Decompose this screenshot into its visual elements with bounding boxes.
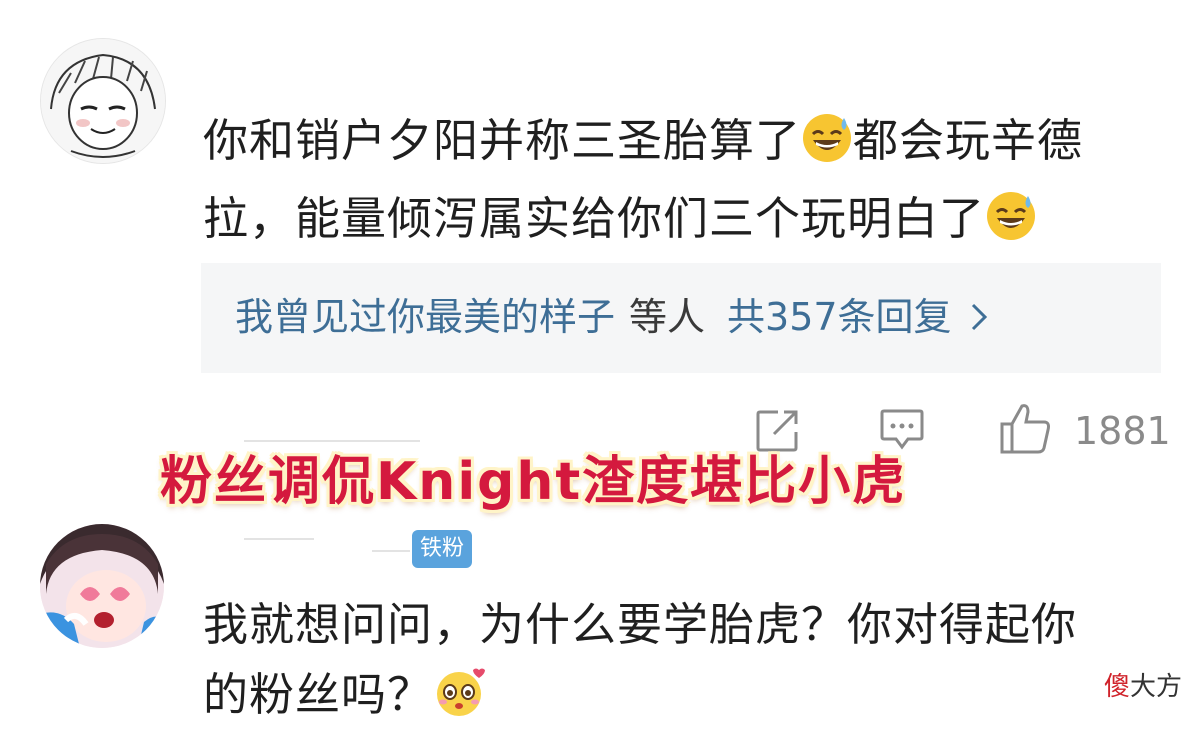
user-avatar[interactable] (40, 524, 164, 648)
sweat-smile-emoji-icon (985, 190, 1037, 262)
like-count: 1881 (1074, 409, 1171, 453)
divider (372, 550, 410, 552)
comment-text-part: 都会玩辛德 (853, 114, 1084, 167)
comment-text-part: 的粉丝吗？ (203, 668, 434, 721)
comment-text-part: 你和销户夕阳并称三圣胎算了 (203, 114, 802, 167)
user-avatar[interactable] (40, 38, 166, 164)
comment-text: 我就想问问，为什么要学胎虎？你对得起你 的粉丝吗？ (203, 590, 1163, 738)
reply-user-names[interactable]: 我曾见过你最美的样子 (235, 295, 615, 339)
watermark: 傻大方 (1101, 670, 1184, 704)
video-caption-overlay: 粉丝调侃Knight渣度堪比小虎 (160, 452, 907, 512)
watermark-mark: 傻 (1103, 672, 1130, 702)
reply-etc-label: 等人 (629, 295, 706, 339)
chevron-right-icon (970, 293, 988, 345)
fan-level-badge: 铁粉 (412, 530, 473, 568)
heart-eyes-emoji-icon (433, 666, 486, 738)
comment-text: 你和销户夕阳并称三圣胎算了 都会玩辛德 拉，能量倾泻属实给你们三个玩明白了 (203, 106, 1163, 262)
comment-text-part: 我就想问问，为什么要学胎虎？你对得起你 (203, 598, 1078, 651)
divider (244, 538, 314, 540)
avatar-anime-girl-image (40, 524, 164, 648)
replies-summary[interactable]: 我曾见过你最美的样子 等人 共357条回复 (235, 291, 988, 345)
watermark-text: 大方 (1129, 672, 1182, 702)
comment-text-part: 拉，能量倾泻属实给你们三个玩明白了 (203, 192, 986, 245)
divider (244, 440, 420, 442)
replies-preview[interactable]: 我曾见过你最美的样子 等人 共357条回复 (201, 263, 1161, 373)
avatar-sketch-face-image (41, 39, 165, 163)
reply-count-link[interactable]: 共357条回复 (727, 295, 952, 339)
sweat-smile-emoji-icon (801, 112, 853, 184)
thumbs-up-icon[interactable] (998, 400, 1054, 460)
